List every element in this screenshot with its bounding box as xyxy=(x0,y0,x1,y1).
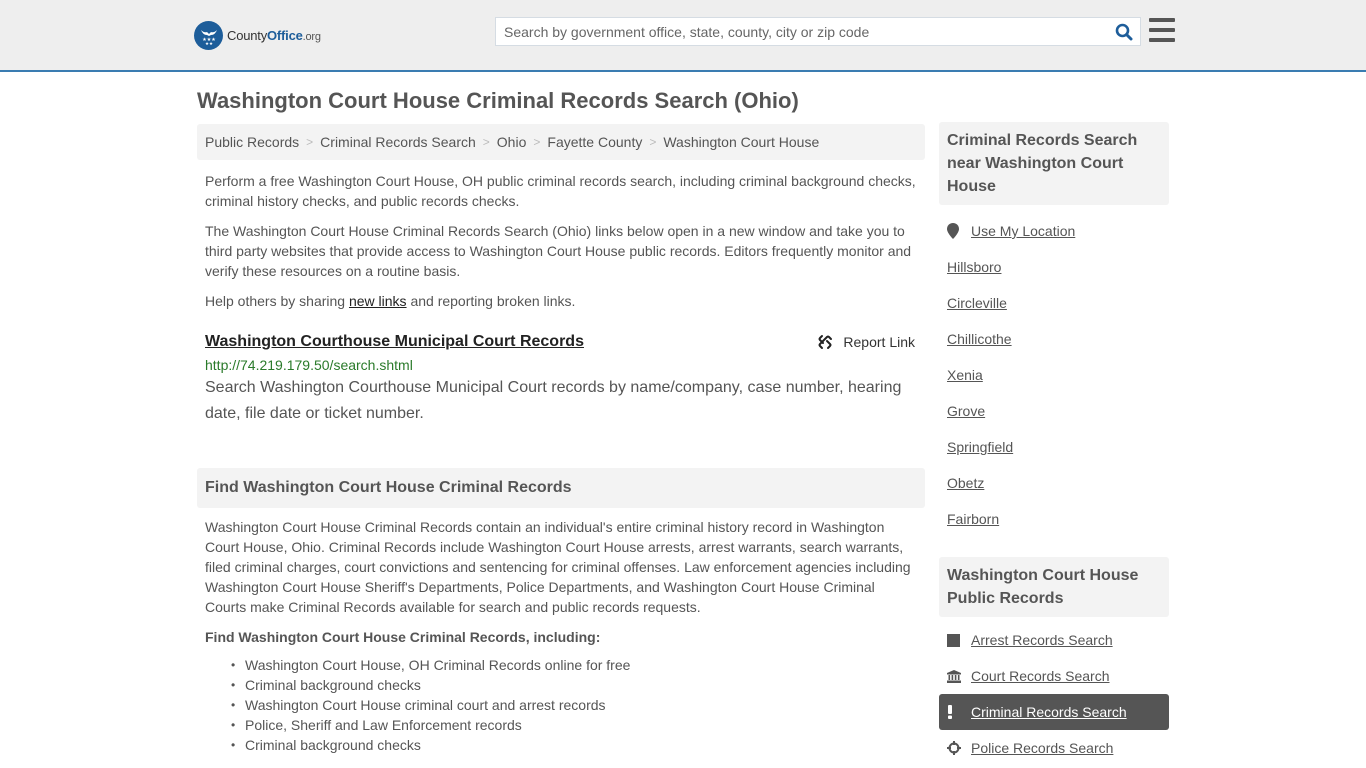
new-links-link[interactable]: new links xyxy=(349,293,407,309)
find-records-body: Washington Court House Criminal Records … xyxy=(205,519,911,615)
nearby-item: Xenia xyxy=(947,357,1161,393)
use-my-location-link[interactable]: Use My Location xyxy=(971,223,1075,239)
nearby-item: Circleville xyxy=(947,285,1161,321)
page-title: Washington Court House Criminal Records … xyxy=(197,88,799,113)
hamburger-menu-icon[interactable] xyxy=(1149,18,1175,42)
list-item: Washington Court House, OH Criminal Reco… xyxy=(231,655,925,675)
use-location-row: Use My Location xyxy=(947,213,1161,249)
records-item-criminal[interactable]: Criminal Records Search xyxy=(939,694,1169,730)
nearby-city-link[interactable]: Hillsboro xyxy=(947,259,1001,275)
list-item: Criminal background checks xyxy=(231,675,925,695)
courthouse-icon xyxy=(947,669,971,683)
search-icon xyxy=(1115,23,1133,40)
result-title-link[interactable]: Washington Courthouse Municipal Court Re… xyxy=(205,333,584,350)
result-item: Washington Courthouse Municipal Court Re… xyxy=(197,331,925,427)
nearby-heading: Criminal Records Search near Washington … xyxy=(939,122,1169,205)
search-button[interactable] xyxy=(1108,18,1140,45)
breadcrumb-item[interactable]: Public Records xyxy=(205,134,299,150)
nearby-item: Obetz xyxy=(947,465,1161,501)
breadcrumb: Public Records > Criminal Records Search >… xyxy=(197,124,925,160)
criminal-records-link[interactable]: Criminal Records Search xyxy=(971,704,1127,720)
list-item: Washington Court House criminal court an… xyxy=(231,695,925,715)
records-item-arrest[interactable]: Arrest Records Search xyxy=(939,622,1169,658)
find-records-list-heading: Find Washington Court House Criminal Rec… xyxy=(205,629,601,645)
breadcrumb-item[interactable]: Washington Court House xyxy=(663,134,819,150)
map-marker-icon xyxy=(947,223,971,239)
square-icon xyxy=(947,633,971,647)
crosshair-icon xyxy=(947,741,971,755)
eagle-logo-icon: ★★★ ★★ xyxy=(194,20,223,50)
nearby-city-link[interactable]: Springfield xyxy=(947,439,1013,455)
records-item-court[interactable]: Court Records Search xyxy=(939,658,1169,694)
arrest-records-link[interactable]: Arrest Records Search xyxy=(971,632,1113,648)
nearby-item: Grove xyxy=(947,393,1161,429)
police-records-link[interactable]: Police Records Search xyxy=(971,740,1113,756)
result-description: Search Washington Courthouse Municipal C… xyxy=(205,379,902,422)
logo-text: CountyOffice.org xyxy=(227,27,321,43)
main-content: Public Records > Criminal Records Search >… xyxy=(197,124,925,755)
report-link-button[interactable]: Report Link xyxy=(817,334,915,350)
nearby-city-link[interactable]: Xenia xyxy=(947,367,983,383)
search-input[interactable] xyxy=(496,18,1108,45)
breadcrumb-separator: > xyxy=(306,135,314,149)
nearby-city-link[interactable]: Circleville xyxy=(947,295,1007,311)
breadcrumb-separator: > xyxy=(649,135,657,149)
court-records-link[interactable]: Court Records Search xyxy=(971,668,1110,684)
share-text: and reporting broken links. xyxy=(406,293,576,309)
exclamation-icon xyxy=(947,705,971,719)
nearby-item: Chillicothe xyxy=(947,321,1161,357)
breadcrumb-separator: > xyxy=(533,135,541,149)
find-records-heading: Find Washington Court House Criminal Rec… xyxy=(197,468,925,508)
nearby-city-link[interactable]: Grove xyxy=(947,403,985,419)
public-records-heading: Washington Court House Public Records xyxy=(939,557,1169,617)
records-item-police[interactable]: Police Records Search xyxy=(939,730,1169,766)
result-url: http://74.219.179.50/search.shtml xyxy=(205,357,413,373)
svg-text:★★: ★★ xyxy=(204,41,212,46)
report-link-label: Report Link xyxy=(843,334,915,350)
share-paragraph: Help others by sharing new links and rep… xyxy=(197,291,925,311)
nearby-city-link[interactable]: Chillicothe xyxy=(947,331,1012,347)
nearby-item: Hillsboro xyxy=(947,249,1161,285)
nearby-city-link[interactable]: Fairborn xyxy=(947,511,999,527)
share-text: Help others by sharing xyxy=(205,293,349,309)
nearby-item: Springfield xyxy=(947,429,1161,465)
nearby-city-link[interactable]: Obetz xyxy=(947,475,984,491)
nearby-item: Fairborn xyxy=(947,501,1161,537)
site-header: ★★★ ★★ CountyOffice.org xyxy=(0,0,1366,72)
intro-paragraph: Perform a free Washington Court House, O… xyxy=(205,173,916,209)
sidebar: Criminal Records Search near Washington … xyxy=(939,122,1169,766)
find-records-list: Washington Court House, OH Criminal Reco… xyxy=(197,655,925,755)
breadcrumb-item[interactable]: Fayette County xyxy=(547,134,642,150)
breadcrumb-item[interactable]: Criminal Records Search xyxy=(320,134,476,150)
broken-link-icon xyxy=(818,335,833,349)
breadcrumb-separator: > xyxy=(482,135,490,149)
public-records-list: Arrest Records Search Court Records Sear… xyxy=(939,622,1169,766)
list-item: Criminal background checks xyxy=(231,735,925,755)
disclaimer-paragraph: The Washington Court House Criminal Reco… xyxy=(205,223,912,279)
nearby-list: Use My Location Hillsboro Circleville Ch… xyxy=(939,213,1169,537)
list-item: Police, Sheriff and Law Enforcement reco… xyxy=(231,715,925,735)
search-bar xyxy=(495,17,1141,46)
site-logo[interactable]: ★★★ ★★ CountyOffice.org xyxy=(194,20,321,50)
breadcrumb-item[interactable]: Ohio xyxy=(497,134,527,150)
